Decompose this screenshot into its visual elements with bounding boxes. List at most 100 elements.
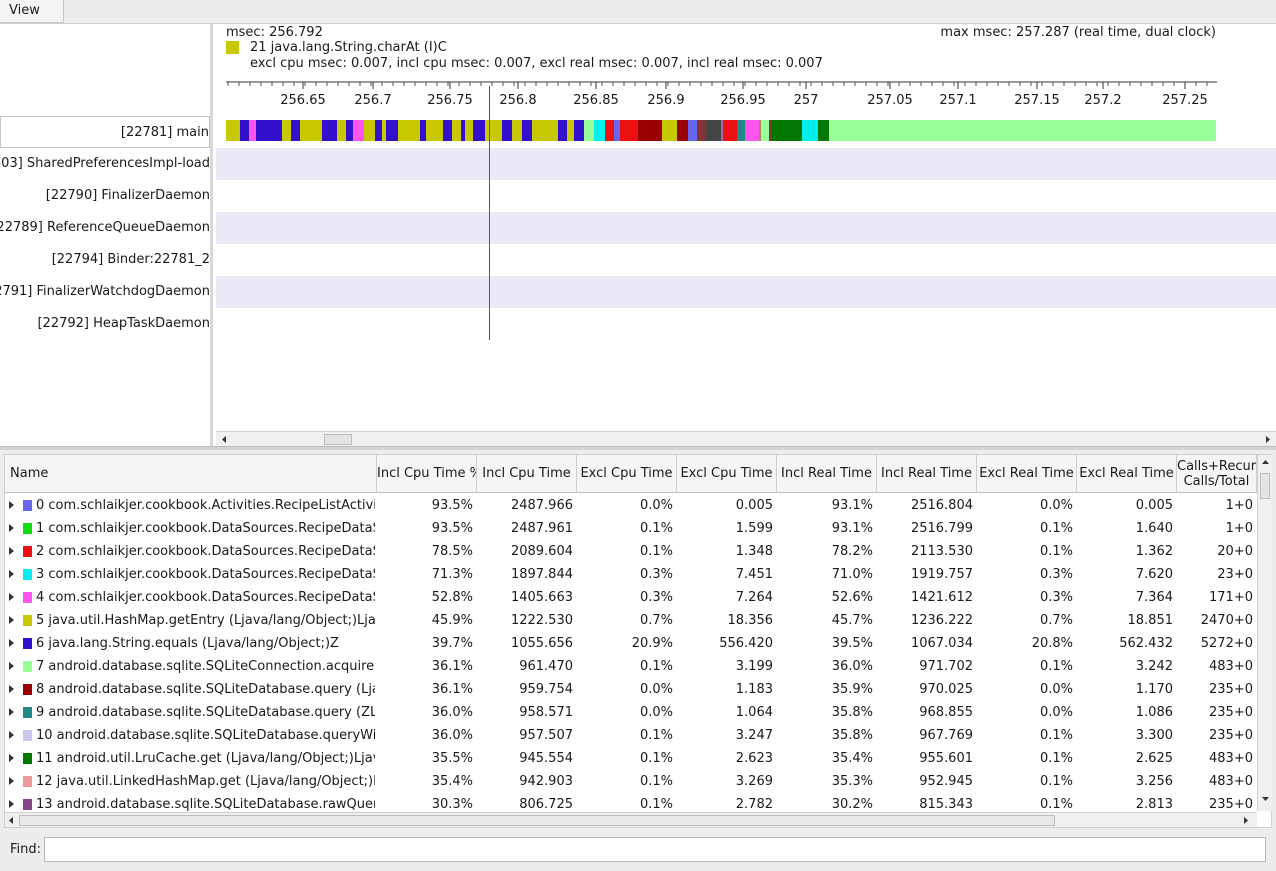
table-vertical-scrollbar[interactable]: [1257, 455, 1272, 811]
trace-segment[interactable]: [375, 120, 382, 141]
trace-segment[interactable]: [769, 120, 772, 141]
trace-segment[interactable]: [745, 120, 759, 141]
trace-segment[interactable]: [465, 120, 473, 141]
trace-segment[interactable]: [697, 120, 706, 141]
trace-segment[interactable]: [240, 120, 249, 141]
trace-segment[interactable]: [723, 120, 737, 141]
trace-segment[interactable]: [829, 120, 836, 141]
trace-segment[interactable]: [737, 120, 745, 141]
trace-segment[interactable]: [605, 120, 614, 141]
track-row[interactable]: [216, 180, 1276, 212]
trace-segment[interactable]: [300, 120, 322, 141]
thread-label[interactable]: [22790] FinalizerDaemon: [0, 180, 210, 212]
trace-segment[interactable]: [291, 120, 300, 141]
main-thread-trace[interactable]: [226, 120, 1216, 141]
trace-segment[interactable]: [322, 120, 337, 141]
scroll-left-icon[interactable]: [7, 815, 16, 826]
track-row[interactable]: [216, 148, 1276, 180]
expand-arrow-icon[interactable]: [9, 501, 14, 509]
trace-segment[interactable]: [382, 120, 386, 141]
trace-segment[interactable]: [452, 120, 461, 141]
track-row[interactable]: [216, 212, 1276, 244]
column-header-name[interactable]: Name: [5, 455, 377, 493]
trace-segment[interactable]: [761, 120, 769, 141]
scroll-left-icon[interactable]: [218, 434, 230, 445]
trace-segment[interactable]: [386, 120, 398, 141]
trace-segment[interactable]: [485, 120, 502, 141]
trace-segment[interactable]: [426, 120, 443, 141]
trace-segment[interactable]: [558, 120, 567, 141]
trace-segment[interactable]: [249, 120, 256, 141]
scroll-right-icon[interactable]: [1241, 815, 1250, 826]
scroll-right-icon[interactable]: [1262, 434, 1274, 445]
trace-segment[interactable]: [226, 120, 240, 141]
expand-arrow-icon[interactable]: [9, 754, 14, 762]
column-header-excl-real-pct[interactable]: Excl Real Time: [977, 455, 1077, 493]
table-row[interactable]: 11 android.util.LruCache.get (Ljava/lang…: [5, 747, 1257, 770]
column-header-incl-real[interactable]: Incl Real Time: [877, 455, 977, 493]
expand-arrow-icon[interactable]: [9, 662, 14, 670]
table-row[interactable]: 12 java.util.LinkedHashMap.get (Ljava/la…: [5, 770, 1257, 793]
thread-label[interactable]: [22794] Binder:22781_2: [0, 244, 210, 276]
trace-segment[interactable]: [706, 120, 721, 141]
time-cursor-line[interactable]: [489, 86, 490, 340]
table-row[interactable]: 10 android.database.sqlite.SQLiteDatabas…: [5, 724, 1257, 747]
table-row[interactable]: 5 java.util.HashMap.getEntry (Ljava/lang…: [5, 609, 1257, 632]
expand-arrow-icon[interactable]: [9, 547, 14, 555]
table-row[interactable]: 4 com.schlaikjer.cookbook.DataSources.Re…: [5, 586, 1257, 609]
thread-label[interactable]: [22792] HeapTaskDaemon: [0, 308, 210, 340]
expand-arrow-icon[interactable]: [9, 616, 14, 624]
table-row[interactable]: 1 com.schlaikjer.cookbook.DataSources.Re…: [5, 517, 1257, 540]
column-header-incl-cpu[interactable]: Incl Cpu Time: [477, 455, 577, 493]
expand-arrow-icon[interactable]: [9, 570, 14, 578]
scroll-up-icon[interactable]: [1261, 458, 1270, 466]
trace-segment[interactable]: [818, 120, 829, 141]
trace-segment[interactable]: [759, 120, 761, 141]
trace-segment[interactable]: [420, 120, 426, 141]
track-row[interactable]: [216, 244, 1276, 276]
expand-arrow-icon[interactable]: [9, 708, 14, 716]
trace-segment[interactable]: [721, 120, 723, 141]
trace-segment[interactable]: [677, 120, 688, 141]
table-row[interactable]: 6 java.lang.String.equals (Ljava/lang/Ob…: [5, 632, 1257, 655]
expand-arrow-icon[interactable]: [9, 731, 14, 739]
trace-segment[interactable]: [574, 120, 584, 141]
trace-segment[interactable]: [614, 120, 620, 141]
table-row[interactable]: 3 com.schlaikjer.cookbook.DataSources.Re…: [5, 563, 1257, 586]
trace-segment[interactable]: [502, 120, 512, 141]
column-header-incl-cpu-pct[interactable]: Incl Cpu Time %: [377, 455, 477, 493]
column-header-excl-real[interactable]: Excl Real Time: [1077, 455, 1177, 493]
trace-segment[interactable]: [802, 120, 818, 141]
expand-arrow-icon[interactable]: [9, 639, 14, 647]
table-row[interactable]: 7 android.database.sqlite.SQLiteConnecti…: [5, 655, 1257, 678]
trace-segment[interactable]: [512, 120, 522, 141]
table-row[interactable]: 13 android.database.sqlite.SQLiteDatabas…: [5, 793, 1257, 812]
trace-segment[interactable]: [282, 120, 291, 141]
trace-segment[interactable]: [461, 120, 465, 141]
trace-segment[interactable]: [836, 120, 1216, 141]
column-header-calls[interactable]: Calls+Recur Calls/Total: [1177, 455, 1257, 493]
expand-arrow-icon[interactable]: [9, 593, 14, 601]
column-header-incl-real-pct[interactable]: Incl Real Time: [777, 455, 877, 493]
trace-segment[interactable]: [522, 120, 532, 141]
expand-arrow-icon[interactable]: [9, 800, 14, 808]
scroll-thumb[interactable]: [324, 434, 352, 445]
trace-segment[interactable]: [398, 120, 420, 141]
scroll-down-icon[interactable]: [1261, 795, 1270, 803]
trace-segment[interactable]: [337, 120, 346, 141]
trace-segment[interactable]: [638, 120, 662, 141]
trace-segment[interactable]: [567, 120, 574, 141]
table-horizontal-scrollbar[interactable]: [5, 812, 1257, 827]
timeline-horizontal-scrollbar[interactable]: [216, 431, 1276, 446]
trace-segment[interactable]: [443, 120, 452, 141]
trace-segment[interactable]: [772, 120, 802, 141]
thread-label[interactable]: [22803] SharedPreferencesImpl-load: [0, 148, 210, 180]
thread-label[interactable]: [22789] ReferenceQueueDaemon: [0, 212, 210, 244]
trace-segment[interactable]: [532, 120, 558, 141]
thread-label[interactable]: [22791] FinalizerWatchdogDaemon: [0, 276, 210, 308]
track-row[interactable]: [216, 308, 1276, 340]
trace-segment[interactable]: [688, 120, 697, 141]
track-row[interactable]: [216, 276, 1276, 308]
table-row[interactable]: 8 android.database.sqlite.SQLiteDatabase…: [5, 678, 1257, 701]
trace-segment[interactable]: [256, 120, 282, 141]
